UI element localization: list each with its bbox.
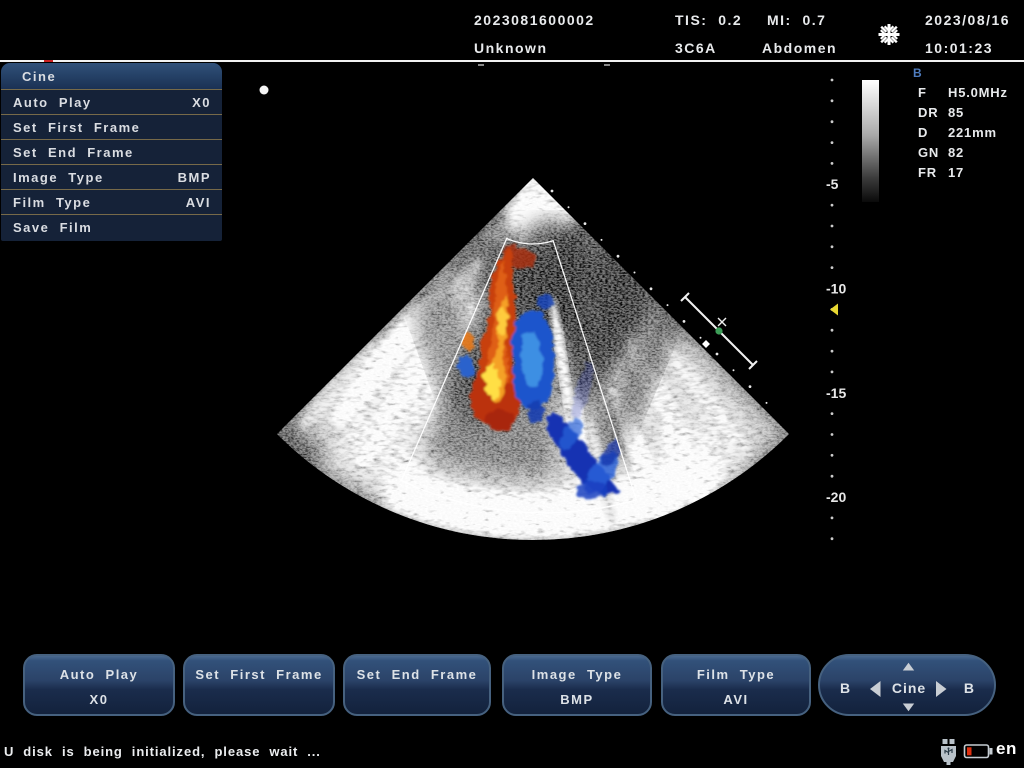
svg-text:-10: -10 [826,281,846,297]
svg-text:-15: -15 [826,385,846,401]
svg-text:-5: -5 [826,176,839,192]
svg-text:-20: -20 [826,489,846,505]
